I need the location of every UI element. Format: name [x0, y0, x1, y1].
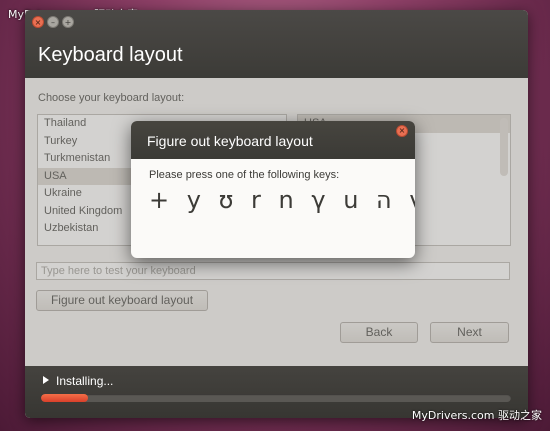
window-title: Keyboard layout — [38, 44, 183, 66]
maximize-window-button[interactable]: + — [62, 16, 74, 28]
watermark-bottom: MyDrivers.com 驱动之家 — [411, 409, 542, 422]
install-progress-bar — [41, 394, 511, 402]
minimize-window-button[interactable]: – — [47, 16, 59, 28]
dialog-key-glyphs: + y ʊ r n γ u ה v γ v — [149, 186, 415, 214]
dialog-title: Figure out keyboard layout — [147, 133, 313, 149]
play-icon[interactable] — [43, 376, 49, 384]
figure-layout-dialog: Figure out keyboard layout × Please pres… — [131, 121, 415, 258]
install-status: Installing... — [56, 374, 114, 388]
install-progress-fill — [41, 394, 88, 402]
dialog-message: Please press one of the following keys: — [149, 169, 340, 181]
dialog-header: Figure out keyboard layout × — [131, 121, 415, 159]
dialog-close-icon[interactable]: × — [396, 125, 408, 137]
window-controls: × – + — [32, 16, 74, 28]
close-window-button[interactable]: × — [32, 16, 44, 28]
title-bar: × – + Keyboard layout — [25, 10, 528, 78]
